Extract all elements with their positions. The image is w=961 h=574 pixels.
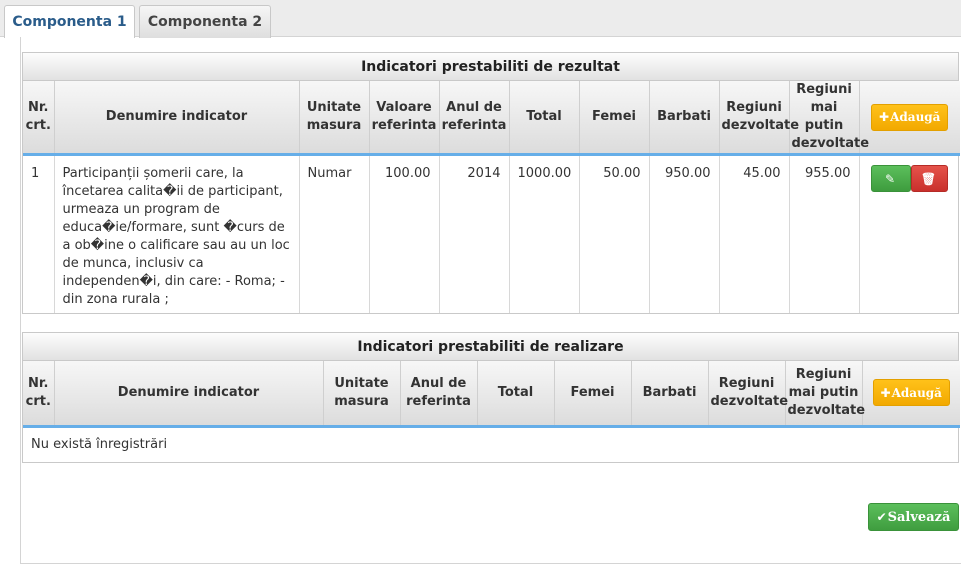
col-header-actions: ✚ Adaugă — [862, 361, 960, 428]
cell-name: Participanții șomerii care, la încetarea… — [54, 154, 300, 313]
col-header-developed[interactable]: Regiuni dezvoltate — [708, 361, 788, 428]
cell-nr: 1 — [23, 154, 55, 313]
cell-developed: 45.00 — [719, 154, 790, 313]
realization-indicators-grid: Indicatori prestabiliti de realizare Nr.… — [22, 332, 960, 463]
col-header-unit[interactable]: Unitate masura — [323, 361, 401, 428]
plus-icon: ✚ — [880, 385, 891, 400]
tab-componenta-2[interactable]: Componenta 2 — [139, 5, 271, 38]
header-row: Nr. crt. Denumire indicator Unitate masu… — [23, 81, 960, 156]
grid-caption: Indicatori prestabiliti de realizare — [23, 333, 958, 361]
col-header-men[interactable]: Barbati — [631, 361, 709, 428]
trash-icon: 🗑 — [920, 171, 937, 186]
col-header-nr[interactable]: Nr. crt. — [23, 81, 55, 156]
cell-less-developed: 955.00 — [789, 154, 860, 313]
col-header-name[interactable]: Denumire indicator — [54, 81, 300, 156]
add-result-indicator-button[interactable]: ✚ Adaugă — [871, 103, 949, 131]
header-row: Nr. crt. Denumire indicator Unitate masu… — [23, 361, 960, 428]
table-row: 1 Participanții șomerii care, la încetar… — [23, 154, 960, 314]
grid-caption: Indicatori prestabiliti de rezultat — [23, 53, 958, 81]
cell-women: 50.00 — [579, 154, 650, 313]
col-header-ref-year[interactable]: Anul de referinta — [439, 81, 510, 156]
result-indicators-table: Nr. crt. Denumire indicator Unitate masu… — [23, 81, 960, 313]
col-header-total[interactable]: Total — [509, 81, 580, 156]
tab-bar: Componenta 1 Componenta 2 — [0, 0, 961, 38]
pencil-square-icon: ✎ — [884, 171, 896, 186]
realization-indicators-table: Nr. crt. Denumire indicator Unitate masu… — [23, 361, 960, 462]
cell-men: 950.00 — [649, 154, 720, 313]
cell-actions: ✎ 🗑 — [859, 155, 960, 314]
empty-message: Nu există înregistrări — [31, 436, 168, 452]
col-header-ref-year[interactable]: Anul de referinta — [400, 361, 478, 428]
save-button[interactable]: ✔ Salvează — [868, 503, 959, 531]
tab-componenta-1[interactable]: Componenta 1 — [4, 5, 135, 38]
col-header-unit[interactable]: Unitate masura — [299, 81, 370, 156]
col-header-ref-value[interactable]: Valoare referinta — [369, 81, 440, 156]
plus-icon: ✚ — [879, 110, 890, 124]
col-header-men[interactable]: Barbati — [649, 81, 720, 156]
col-header-less-developed[interactable]: Regiuni mai putin dezvoltate — [785, 361, 865, 428]
col-header-nr[interactable]: Nr. crt. — [23, 361, 55, 428]
edit-row-button[interactable]: ✎ — [870, 165, 911, 192]
result-indicators-grid: Indicatori prestabiliti de rezultat Nr. … — [22, 52, 960, 314]
delete-row-button[interactable]: 🗑 — [910, 165, 948, 192]
add-realization-indicator-button[interactable]: ✚ Adaugă — [872, 379, 950, 407]
cell-total: 1000.00 — [509, 154, 580, 313]
cell-ref-year: 2014 — [439, 154, 510, 313]
col-header-total[interactable]: Total — [477, 361, 555, 428]
col-header-less-developed[interactable]: Regiuni mai putin dezvoltate — [789, 81, 869, 156]
col-header-name[interactable]: Denumire indicator — [54, 361, 324, 428]
cell-unit: Numar — [299, 154, 370, 313]
col-header-women[interactable]: Femei — [554, 361, 632, 428]
col-header-developed[interactable]: Regiuni dezvoltate — [719, 81, 799, 156]
cell-ref-value: 100.00 — [369, 154, 440, 313]
col-header-women[interactable]: Femei — [579, 81, 650, 156]
col-header-actions: ✚ Adaugă — [859, 81, 960, 156]
check-icon: ✔ — [876, 510, 887, 524]
empty-row: Nu există înregistrări — [23, 426, 960, 462]
